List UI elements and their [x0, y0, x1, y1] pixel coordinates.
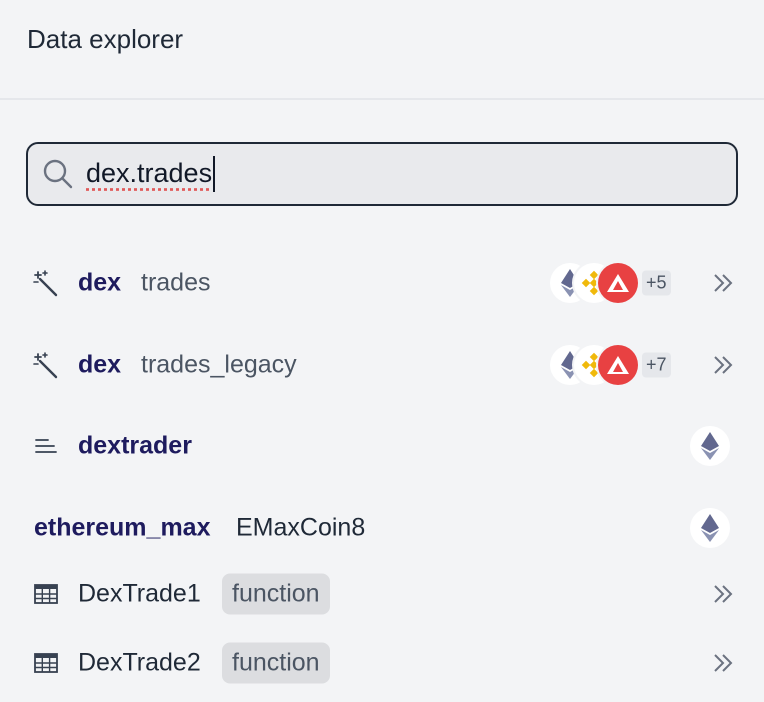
result-namespace: dex: [78, 350, 122, 379]
more-chains-badge: +5: [642, 270, 671, 296]
search-box[interactable]: dex.trades: [26, 142, 738, 206]
search-icon: [43, 159, 73, 189]
search-input[interactable]: dex.trades: [86, 158, 212, 189]
text-caret: [213, 156, 215, 192]
result-row-dextrade1[interactable]: DexTrade1 function: [0, 564, 764, 624]
magic-wand-icon: [33, 352, 58, 379]
double-chevron-right-icon[interactable]: [712, 272, 734, 294]
panel-header: Data explorer: [0, 0, 764, 100]
result-table-name: EMaxCoin8: [236, 513, 366, 542]
type-tag: function: [222, 573, 330, 615]
more-chains-badge: +7: [642, 352, 671, 378]
table-grid-icon: [34, 653, 58, 673]
type-tag: function: [222, 642, 330, 684]
double-chevron-right-icon[interactable]: [712, 354, 734, 376]
result-name: DexTrade2: [78, 648, 201, 677]
ethereum-icon: [690, 508, 730, 548]
avalanche-icon: [598, 263, 638, 303]
result-name: DexTrade1: [78, 579, 201, 608]
result-row-dextrade2[interactable]: DexTrade2 function: [0, 633, 764, 693]
chain-icons: [550, 345, 640, 385]
result-namespace: dex: [78, 268, 122, 297]
result-row-ethereum-max-emaxcoin8[interactable]: ethereum_max EMaxCoin8: [0, 498, 764, 558]
panel-title: Data explorer: [27, 24, 184, 54]
ethereum-icon: [690, 426, 730, 466]
chain-icons: [550, 263, 640, 303]
magic-wand-icon: [33, 270, 58, 297]
double-chevron-right-icon[interactable]: [712, 652, 734, 674]
result-namespace: ethereum_max: [34, 513, 211, 542]
result-table-name: trades: [141, 268, 211, 297]
result-row-dex-trades[interactable]: dex trades +5: [0, 253, 764, 313]
result-row-dex-trades-legacy[interactable]: dex trades_legacy +7: [0, 335, 764, 395]
table-grid-icon: [34, 584, 58, 604]
result-row-dextrader[interactable]: dextrader: [0, 416, 764, 476]
lines-icon: [35, 439, 57, 453]
avalanche-icon: [598, 345, 638, 385]
result-table-name: trades_legacy: [141, 350, 297, 379]
result-name: dextrader: [78, 431, 192, 460]
double-chevron-right-icon[interactable]: [712, 583, 734, 605]
